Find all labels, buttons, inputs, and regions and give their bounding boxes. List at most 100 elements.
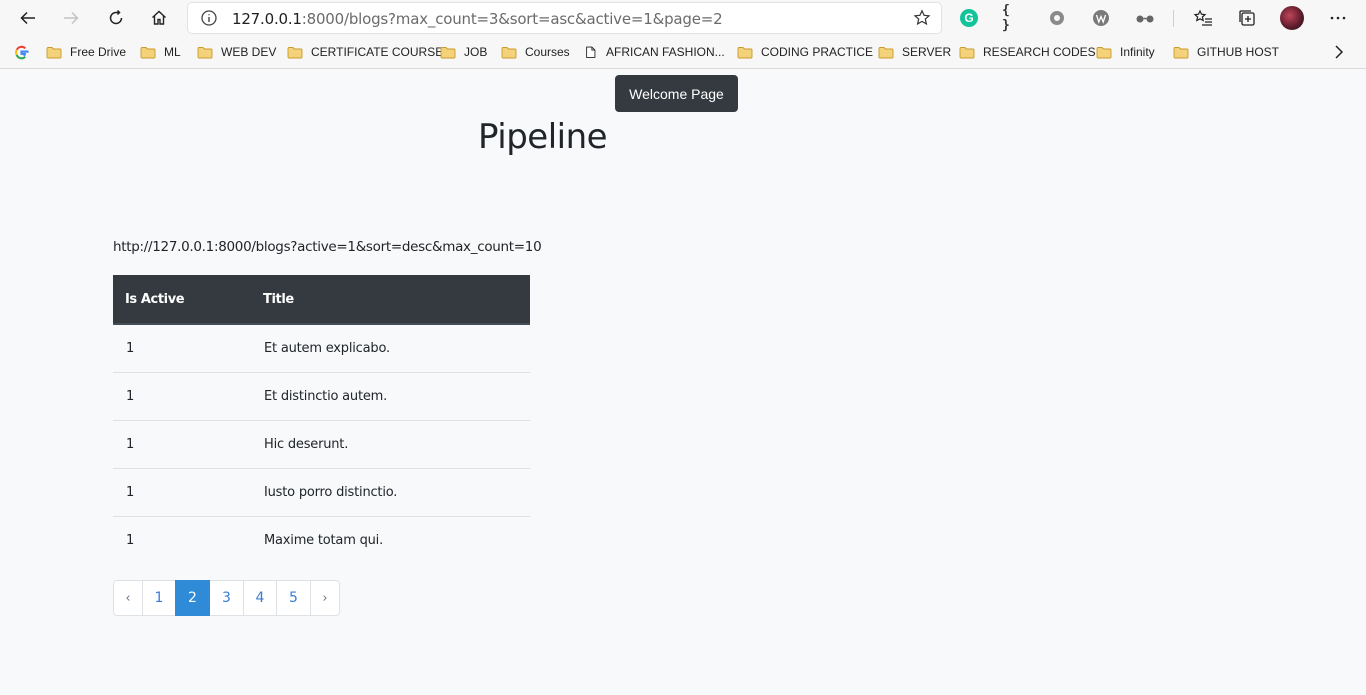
glasses-icon [1136,15,1154,23]
refresh-button[interactable] [102,4,130,32]
bookmark-item[interactable]: WEB DEV [197,43,276,61]
cell-is-active: 1 [113,371,251,420]
cell-title: Iusto porro distinctio. [251,467,530,516]
bookmark-item[interactable]: Free Drive [46,43,126,61]
table-row: 1 Hic deserunt. [113,419,530,468]
folder-icon [140,46,156,58]
favorites-list-icon [1193,9,1212,26]
bookmark-label: JOB [464,45,488,59]
bookmark-item[interactable]: RESEARCH CODES [959,43,1096,61]
grammarly-icon: G [960,9,978,27]
bookmark-item[interactable]: ML [140,43,181,61]
cell-title: Et distinctio autem. [251,371,530,420]
bookmark-label: GITHUB HOST [1197,45,1280,59]
profile-button[interactable] [1280,6,1304,30]
toolbar-separator [1173,10,1174,27]
column-header-title: Title [251,275,530,325]
bookmark-item[interactable]: GITHUB HOST [1173,43,1279,61]
pagination-page-4[interactable]: 4 [243,580,277,616]
collections-icon [1239,10,1255,26]
bookmark-item[interactable]: CERTIFICATE COURSE [287,43,443,61]
folder-icon [737,46,753,58]
back-button[interactable] [14,4,42,32]
bookmark-label: CERTIFICATE COURSE [311,45,444,59]
cell-is-active: 1 [126,340,135,356]
bookmark-label: AFRICAN FASHION... [606,45,725,59]
favorites-button[interactable] [1192,7,1214,29]
wordpress-icon [1093,10,1109,26]
folder-icon [501,46,517,58]
bookmark-label: ML [164,45,181,59]
pagination-next-button[interactable]: › [310,580,340,616]
grammarly-extension[interactable]: G [958,7,980,29]
bookmark-item[interactable]: AFRICAN FASHION... [584,43,725,61]
arrow-right-icon [64,11,79,25]
table-row: 1 Et distinctio autem. [113,371,530,420]
bookmark-label: SERVER [902,45,952,59]
cell-title: Maxime totam qui. [251,515,530,564]
bookmark-item[interactable]: Courses [501,43,570,61]
home-icon [152,10,166,25]
api-link: http://127.0.0.1:8000/blogs?active=1&sor… [113,239,542,255]
collections-button[interactable] [1236,7,1258,29]
bookmark-item[interactable]: Infinity [1096,43,1155,61]
table-row: 1 Maxime totam qui. [113,515,530,564]
folder-icon [287,46,303,58]
bookmark-google[interactable] [14,43,29,61]
address-bar[interactable]: 127.0.0.1:8000/blogs?max_count=3&sort=as… [188,3,941,33]
table-row: 1 Iusto porro distinctio. [113,467,530,516]
table-row: 1 Et autem explicabo. [113,324,530,372]
bookmark-item[interactable]: CODING PRACTICE [737,43,873,61]
refresh-icon [109,9,123,25]
chevron-right-icon[interactable] [1332,44,1346,60]
bookmark-label: RESEARCH CODES [983,45,1096,59]
cell-is-active: 1 [113,467,251,516]
pagination-page-3[interactable]: 3 [209,580,244,616]
bookmark-label: CODING PRACTICE [761,45,874,59]
gear-icon [1050,11,1064,25]
browser-toolbar: 127.0.0.1:8000/blogs?max_count=3&sort=as… [0,0,1366,36]
avatar [1280,6,1304,30]
cell-title: Et autem explicabo. [264,340,390,356]
table-header-row: Is Active Title [113,275,530,325]
forward-button[interactable] [57,4,85,32]
more-horizontal-icon [1330,16,1346,20]
page-title: Pipeline [478,117,608,157]
page-icon [586,46,596,58]
settings-extension[interactable] [1046,7,1068,29]
url-path: :8000/blogs?max_count=3&sort=asc&active=… [301,10,723,28]
pagination-page-2-active[interactable]: 2 [175,580,210,616]
favorite-star-icon[interactable] [913,9,931,27]
pagination: ‹ 1 2 3 4 5 › [113,580,340,616]
url-text[interactable]: 127.0.0.1:8000/blogs?max_count=3&sort=as… [232,10,723,28]
wordpress-extension[interactable] [1090,7,1112,29]
braces-icon: { } [1002,3,1010,33]
blogs-table: Is Active Title 1 Et autem explicabo. 1 … [113,275,530,564]
bookmark-item[interactable]: JOB [440,43,487,61]
folder-icon [1096,46,1112,58]
pagination-prev-button[interactable]: ‹ [113,580,143,616]
pagination-page-1[interactable]: 1 [142,580,176,616]
json-viewer-extension[interactable]: { } [1002,3,1024,33]
home-button[interactable] [145,4,173,32]
cell-title: Hic deserunt. [251,419,530,468]
glasses-extension[interactable] [1134,7,1156,29]
bookmark-item[interactable]: SERVER [878,43,951,61]
folder-icon [440,46,456,58]
bookmark-label: Courses [525,45,570,59]
folder-icon [878,46,894,58]
bookmark-label: WEB DEV [221,45,277,59]
bookmark-label: Free Drive [70,45,127,59]
google-icon [15,45,29,59]
cell-is-active: 1 [113,419,251,468]
info-icon[interactable] [200,9,218,27]
cell-is-active: 1 [113,515,251,564]
welcome-page-button[interactable]: Welcome Page [615,75,738,112]
more-menu-button[interactable] [1327,7,1349,29]
pagination-page-5[interactable]: 5 [276,580,311,616]
column-header-is-active: Is Active [113,275,251,325]
folder-icon [1173,46,1189,58]
url-host: 127.0.0.1 [232,10,302,28]
bookmarks-bar: Free Drive ML WEB DEV CERTIFICATE COURSE… [0,36,1366,69]
arrow-left-icon [20,11,35,25]
